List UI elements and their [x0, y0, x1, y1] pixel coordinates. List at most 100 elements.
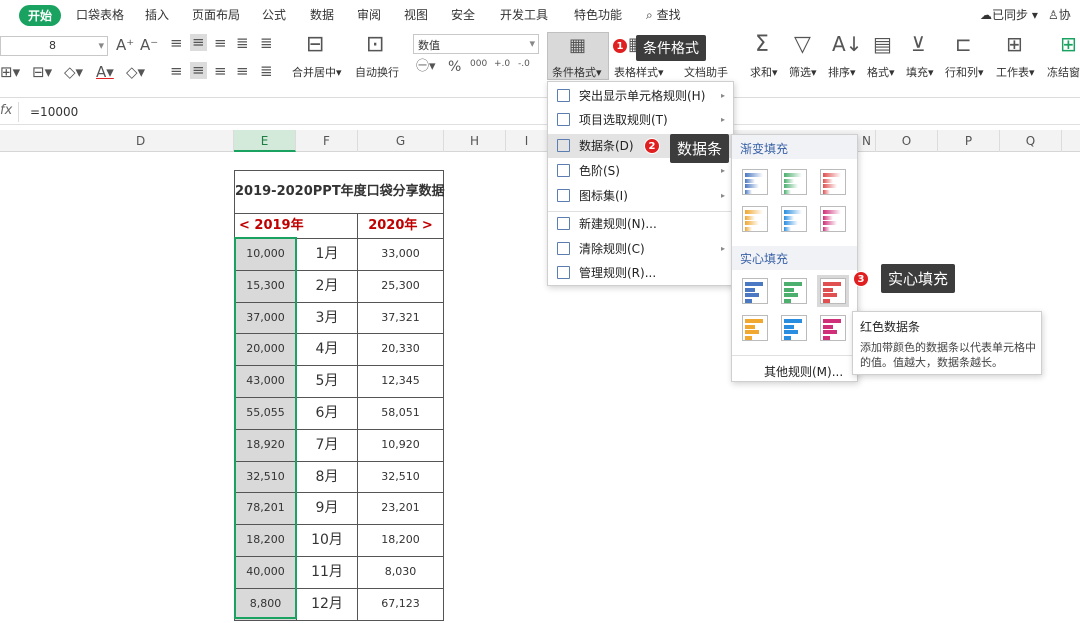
- next-year-label[interactable]: 2020年 >: [357, 213, 444, 239]
- databar-swatch[interactable]: [817, 275, 849, 307]
- cell-month[interactable]: 2月: [296, 269, 358, 303]
- col-header-q[interactable]: Q: [1000, 130, 1062, 152]
- cell-2020-value[interactable]: 58,051: [357, 397, 444, 430]
- cell-2019-value[interactable]: 18,200: [234, 524, 297, 557]
- search-tab[interactable]: ⌕ 查找: [646, 6, 681, 23]
- cell-2020-value[interactable]: 32,510: [357, 460, 444, 494]
- tab-insert[interactable]: 插入: [145, 6, 169, 23]
- col-header-f[interactable]: F: [296, 130, 358, 152]
- cell-2020-value[interactable]: 8,030: [357, 556, 444, 589]
- cell-month[interactable]: 6月: [296, 397, 358, 430]
- cell-2019-value[interactable]: 18,920: [234, 428, 297, 462]
- menu-item-clear-rules[interactable]: 清除规则(C) ▸: [548, 237, 733, 261]
- cell-2019-value[interactable]: 32,510: [234, 460, 297, 494]
- align-right-icon[interactable]: ≡: [214, 64, 227, 79]
- menu-item-top-rules[interactable]: 项目选取规则(T) ▸: [548, 108, 733, 132]
- font-shrink-icon[interactable]: A⁻: [140, 38, 158, 53]
- menu-item-icon-sets[interactable]: 图标集(I) ▸: [548, 184, 733, 208]
- tab-data[interactable]: 数据: [310, 6, 334, 23]
- databar-swatch[interactable]: [742, 278, 768, 304]
- databar-swatch[interactable]: [820, 315, 846, 341]
- rowcol-button[interactable]: 行和列▾: [945, 64, 984, 80]
- number-format-select[interactable]: 数值 ▾: [413, 34, 539, 54]
- cell-2020-value[interactable]: 33,000: [357, 238, 444, 271]
- tab-review[interactable]: 审阅: [357, 6, 381, 23]
- databar-swatch[interactable]: [820, 169, 846, 195]
- menu-item-new-rule[interactable]: 新建规则(N)...: [548, 212, 733, 236]
- databar-swatch[interactable]: [742, 315, 768, 341]
- align-bottom-icon[interactable]: ≡: [214, 36, 227, 51]
- cond-format-button[interactable]: ▦ 条件格式▾: [547, 32, 609, 80]
- distribute-icon[interactable]: ≣: [260, 64, 273, 79]
- cell-month[interactable]: 12月: [296, 587, 358, 621]
- cell-month[interactable]: 11月: [296, 556, 358, 589]
- cell-2020-value[interactable]: 23,201: [357, 492, 444, 526]
- justify-icon[interactable]: ≡: [236, 64, 249, 79]
- cell-2020-value[interactable]: 12,345: [357, 365, 444, 398]
- cell-2020-value[interactable]: 10,920: [357, 428, 444, 462]
- cell-month[interactable]: 3月: [296, 301, 358, 335]
- cell-2019-value[interactable]: 40,000: [234, 556, 297, 589]
- sort-button[interactable]: 排序▾: [828, 64, 856, 80]
- col-header-i[interactable]: I: [506, 130, 548, 152]
- prev-year-label[interactable]: < 2019年: [234, 213, 358, 239]
- align-middle-icon[interactable]: ≡: [190, 34, 207, 51]
- cell-month[interactable]: 9月: [296, 492, 358, 526]
- font-color-icon[interactable]: A▾: [96, 65, 114, 80]
- fx-icon[interactable]: fx: [0, 103, 12, 118]
- sum-button[interactable]: 求和▾: [750, 64, 778, 80]
- eraser-icon[interactable]: ◇▾: [126, 65, 145, 80]
- align-left-icon[interactable]: ≡: [170, 64, 183, 79]
- databar-swatch[interactable]: [820, 206, 846, 232]
- formula-input[interactable]: =10000: [30, 105, 78, 119]
- doc-helper-button[interactable]: 文档助手: [684, 64, 728, 80]
- databar-swatch[interactable]: [781, 278, 807, 304]
- cell-2019-value[interactable]: 43,000: [234, 365, 297, 398]
- tab-page-layout[interactable]: 页面布局: [192, 6, 240, 23]
- sync-status[interactable]: ☁已同步 ▾: [980, 6, 1038, 23]
- menu-item-highlight-rules[interactable]: 突出显示单元格规则(H) ▸: [548, 84, 733, 108]
- fill-color-icon[interactable]: ◇▾: [64, 65, 83, 80]
- cell-2020-value[interactable]: 67,123: [357, 587, 444, 621]
- col-header-e[interactable]: E: [234, 130, 296, 152]
- databar-swatch[interactable]: [742, 206, 768, 232]
- outdent-icon[interactable]: ≣: [260, 36, 273, 51]
- font-size-select[interactable]: 8 ▾: [0, 36, 108, 56]
- databar-swatch[interactable]: [781, 169, 807, 195]
- col-header-g[interactable]: G: [358, 130, 444, 152]
- cell-2020-value[interactable]: 18,200: [357, 524, 444, 557]
- col-header-p[interactable]: P: [938, 130, 1000, 152]
- cell-month[interactable]: 7月: [296, 428, 358, 462]
- table-title[interactable]: 2019-2020PPT年度口袋分享数据: [234, 170, 445, 214]
- cell-2019-value[interactable]: 55,055: [234, 397, 297, 430]
- tab-special[interactable]: 特色功能: [574, 6, 622, 23]
- tab-view[interactable]: 视图: [404, 6, 428, 23]
- freeze-button[interactable]: 冻结窗: [1047, 64, 1080, 80]
- col-header-n[interactable]: N: [858, 130, 876, 152]
- tab-security[interactable]: 安全: [451, 6, 475, 23]
- thousands-icon[interactable]: 000: [470, 60, 487, 69]
- indent-icon[interactable]: ≣: [236, 36, 249, 51]
- cell-month[interactable]: 8月: [296, 460, 358, 494]
- databar-swatch[interactable]: [742, 169, 768, 195]
- table-style-button[interactable]: 表格样式▾: [614, 64, 664, 80]
- font-grow-icon[interactable]: A⁺: [116, 38, 134, 53]
- tab-start[interactable]: 开始: [19, 5, 62, 26]
- tab-developer[interactable]: 开发工具: [500, 6, 548, 23]
- databar-swatch[interactable]: [781, 206, 807, 232]
- cell-2019-value[interactable]: 10,000: [234, 238, 297, 271]
- cell-2019-value[interactable]: 78,201: [234, 492, 297, 526]
- increase-decimal-icon[interactable]: +.0: [494, 60, 510, 69]
- merge-button[interactable]: 合并居中▾: [292, 64, 342, 80]
- col-header-o[interactable]: O: [876, 130, 938, 152]
- col-header-d[interactable]: D: [0, 130, 234, 152]
- cell-2020-value[interactable]: 37,321: [357, 301, 444, 335]
- border-icon[interactable]: ⊞▾: [0, 65, 20, 80]
- tab-formula[interactable]: 公式: [262, 6, 286, 23]
- cell-style-icon[interactable]: ⊟▾: [32, 65, 52, 80]
- cell-month[interactable]: 10月: [296, 524, 358, 557]
- databar-swatch[interactable]: [781, 315, 807, 341]
- decrease-decimal-icon[interactable]: -.0: [518, 60, 530, 69]
- cell-month[interactable]: 5月: [296, 365, 358, 398]
- cell-2019-value[interactable]: 8,800: [234, 587, 297, 621]
